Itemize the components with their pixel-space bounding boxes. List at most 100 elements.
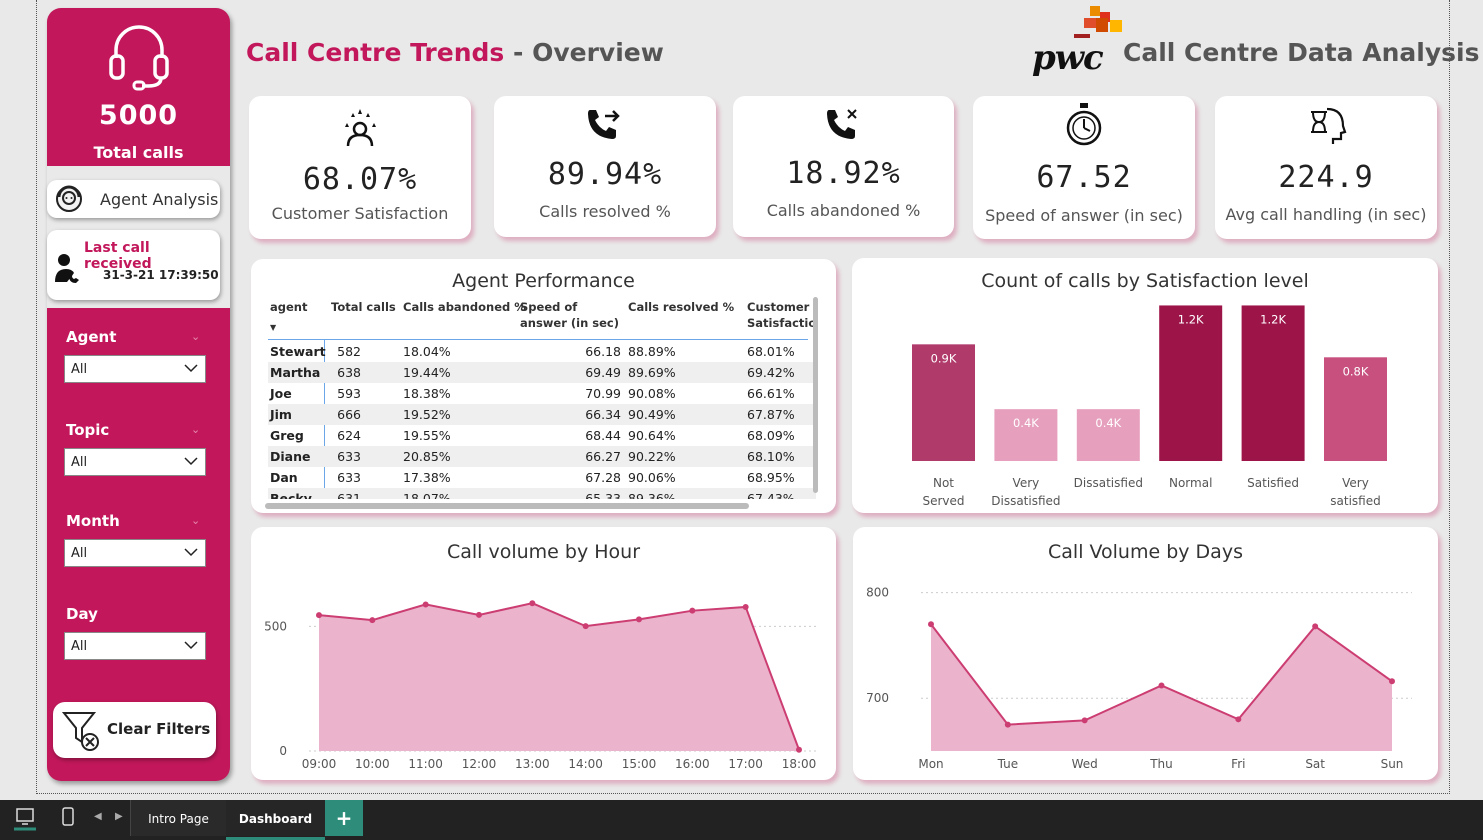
chevron-down-icon[interactable]: ⌄ xyxy=(191,514,200,527)
topic-filter-label: Topic xyxy=(66,421,110,439)
data-point xyxy=(476,611,482,618)
column-header[interactable]: Total calls xyxy=(331,299,396,315)
chevron-down-icon[interactable]: ⌄ xyxy=(191,330,200,343)
x-tick-label: Mon xyxy=(918,757,943,771)
day-filter-label: Day xyxy=(66,605,98,623)
topic-select-value: All xyxy=(71,455,88,470)
column-header[interactable]: Customer Satisfaction xyxy=(747,299,816,331)
table-cell: 593 xyxy=(337,386,361,401)
table-row[interactable]: Stewart 582 18.04% 66.18 88.89% 68.01% xyxy=(268,341,816,362)
phone-missed-icon xyxy=(826,109,857,139)
x-tick-label: 16:00 xyxy=(675,757,710,771)
kpi-card-handling: 224.9 Avg call handling (in sec) xyxy=(1215,96,1437,239)
tab-dashboard[interactable]: Dashboard xyxy=(226,800,325,840)
table-cell: 666 xyxy=(337,407,361,422)
table-cell: Stewart xyxy=(270,344,326,359)
data-point xyxy=(1235,716,1242,723)
table-row[interactable]: Dan 633 17.38% 67.28 90.06% 68.95% xyxy=(268,467,816,488)
x-tick-label: Sat xyxy=(1305,757,1325,771)
data-point xyxy=(1004,721,1011,728)
x-tick-label: Thu xyxy=(1149,757,1173,771)
days-area-chart: 700 800 Mon Tue Wed Thu Fri Sat Sun xyxy=(866,586,1412,771)
hour-area-chart: 0 500 09:00 10:00 11:00 12:00 13:00 14:00 15:00 1… xyxy=(264,600,819,771)
chevron-down-icon[interactable]: ⌄ xyxy=(191,423,200,436)
agent-select[interactable]: All xyxy=(64,355,206,383)
last-call-card: Last call received 31-3-21 17:39:50 xyxy=(47,230,220,300)
table-row[interactable]: Martha 638 19.44% 69.49 89.69% 69.42% xyxy=(268,362,816,383)
table-cell: 67.43% xyxy=(747,491,795,499)
next-page-icon[interactable]: ▶ xyxy=(115,811,123,822)
data-point xyxy=(689,607,696,614)
bar-data-label: 1.2K xyxy=(1178,312,1204,326)
column-header[interactable]: Calls resolved % xyxy=(628,299,734,315)
table-cell: 66.34 xyxy=(585,407,621,422)
table-row[interactable]: Becky 631 18.07% 65.33 89.36% 67.43% xyxy=(268,488,816,499)
desktop-view-icon[interactable] xyxy=(14,807,36,831)
kpi-card-speed: 67.52 Speed of answer (in sec) xyxy=(973,96,1195,239)
bar xyxy=(1241,305,1305,461)
data-point xyxy=(1389,678,1395,685)
bar-data-label: 0.8K xyxy=(1343,364,1369,378)
table-cell: 90.64% xyxy=(628,428,676,443)
clear-filters-button[interactable]: Clear Filters xyxy=(53,702,216,758)
kpi-card-satisfaction: 68.07% Customer Satisfaction xyxy=(249,96,471,239)
kpi-label: Avg call handling (in sec) xyxy=(1225,205,1427,224)
data-point xyxy=(742,603,749,610)
table-cell: Martha xyxy=(270,365,321,380)
column-header[interactable]: Calls abandoned % xyxy=(403,299,526,315)
previous-page-icon[interactable]: ◀ xyxy=(94,811,102,822)
tab-intro-page[interactable]: Intro Page xyxy=(130,800,226,836)
agent-performance-table: agent ▼ Total calls Calls abandoned % Sp… xyxy=(268,297,816,499)
kpi-value: 224.9 xyxy=(1278,160,1374,195)
x-tick-label: Fri xyxy=(1231,757,1245,771)
data-point xyxy=(1312,623,1319,630)
table-cell: 18.07% xyxy=(403,491,451,499)
kpi-value: 18.92% xyxy=(786,156,901,191)
table-row[interactable]: Diane 633 20.85% 66.27 90.22% 68.10% xyxy=(268,446,816,467)
add-page-button[interactable]: + xyxy=(325,800,363,836)
table-cell: 68.10% xyxy=(747,449,795,464)
bar-data-label: 0.4K xyxy=(1095,416,1121,430)
chevron-down-icon xyxy=(184,548,198,557)
day-select[interactable]: All xyxy=(64,632,206,660)
title-separator: - xyxy=(504,38,533,67)
agent-analysis-button[interactable]: Agent Analysis xyxy=(47,180,220,218)
kpi-label: Customer Satisfaction xyxy=(271,204,449,223)
table-cell: 90.06% xyxy=(628,470,676,485)
bar-data-label: 1.2K xyxy=(1260,312,1286,326)
table-cell: 18.04% xyxy=(403,344,451,359)
sort-desc-icon[interactable]: ▼ xyxy=(270,323,276,332)
column-header[interactable]: agent xyxy=(270,299,307,315)
column-header[interactable]: Speed of answer (in sec) xyxy=(520,299,620,331)
last-call-time: 31-3-21 17:39:50 xyxy=(103,268,219,282)
x-tick-label: 15:00 xyxy=(622,757,657,771)
table-cell: 70.99 xyxy=(585,386,621,401)
add-page-icon: + xyxy=(335,806,353,830)
table-row[interactable]: Greg 624 19.55% 68.44 90.64% 68.09% xyxy=(268,425,816,446)
satisfaction-stars-icon xyxy=(345,109,376,147)
table-cell: Joe xyxy=(270,386,292,401)
stopwatch-icon xyxy=(1066,103,1102,146)
pwc-logo-text: pwc xyxy=(1032,38,1104,78)
table-cell: 633 xyxy=(337,449,361,464)
data-point xyxy=(582,623,589,630)
data-point xyxy=(316,612,322,619)
header-divider xyxy=(268,339,808,340)
table-row[interactable]: Jim 666 19.52% 66.34 90.49% 67.87% xyxy=(268,404,816,425)
horizontal-scrollbar[interactable] xyxy=(265,503,749,509)
x-tick-label: Not xyxy=(933,476,954,490)
tab-label: Dashboard xyxy=(238,812,313,826)
month-select[interactable]: All xyxy=(64,539,206,567)
table-cell: 17.38% xyxy=(403,470,451,485)
mobile-view-icon[interactable] xyxy=(61,807,75,827)
table-cell: Greg xyxy=(270,428,304,443)
table-row[interactable]: Joe 593 18.38% 70.99 90.08% 66.61% xyxy=(268,383,816,404)
table-cell: 67.87% xyxy=(747,407,795,422)
kpi-label: Calls resolved % xyxy=(539,202,671,221)
tab-label: Intro Page xyxy=(148,812,209,826)
brand-title: Call Centre Data Analysis xyxy=(1123,38,1480,67)
days-chart-panel: Call Volume by Days 700 800 Mon Tue Wed Thu Fr… xyxy=(853,527,1438,780)
vertical-scrollbar[interactable] xyxy=(813,297,818,493)
pwc-logo-blocks xyxy=(1074,6,1122,38)
topic-select[interactable]: All xyxy=(64,448,206,476)
